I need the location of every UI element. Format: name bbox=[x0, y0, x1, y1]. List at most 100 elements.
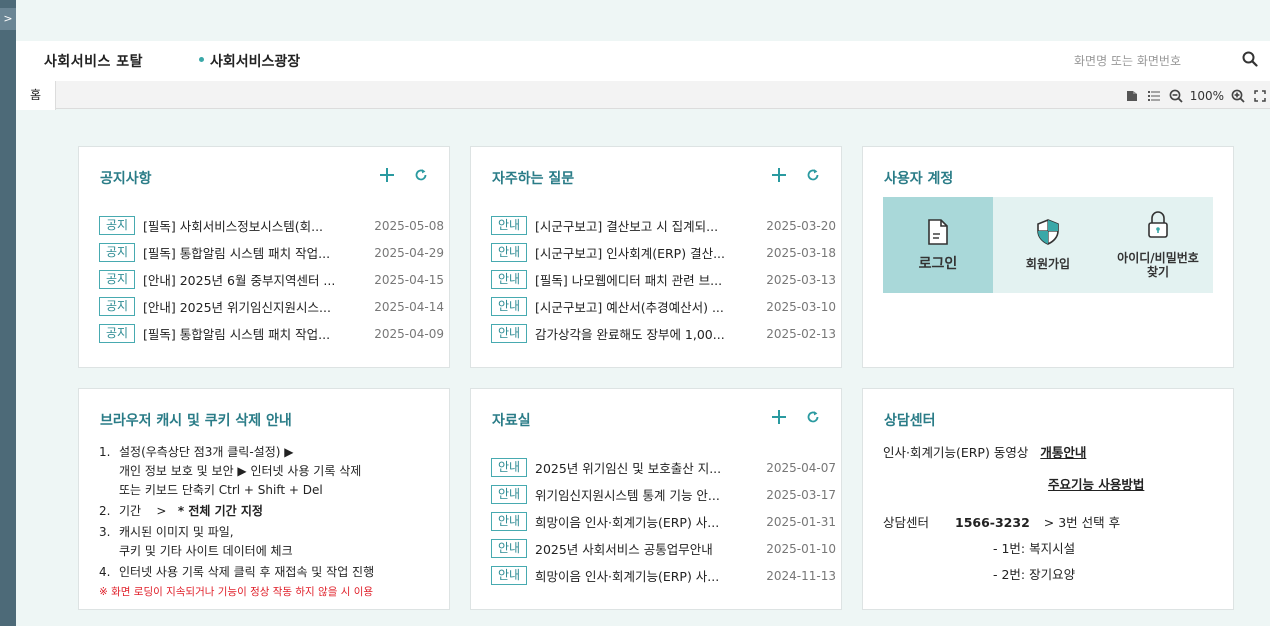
step-1: 1. 설정(우측상단 점3개 클릭-설정) ▶ 개인 정보 보호 및 보안 ▶ … bbox=[99, 443, 449, 500]
plus-icon[interactable] bbox=[769, 407, 789, 427]
faq-list: 안내 [시군구보고] 결산보고 시 집계되... 2025-03-20 안내 [시군구… bbox=[491, 212, 836, 347]
item-date: 2025-04-15 bbox=[374, 272, 444, 287]
consult-card: 상담센터 인사·회계기능(ERP) 동영상 개통안내 주요기능 사용방법 상담센… bbox=[862, 388, 1234, 610]
shield-icon bbox=[1036, 219, 1060, 249]
usage-guide-link[interactable]: 주요기능 사용방법 bbox=[1048, 477, 1144, 492]
bookmark-icon[interactable] bbox=[1124, 88, 1140, 104]
list-item[interactable]: 안내 [시군구보고] 결산보고 시 집계되... 2025-03-20 bbox=[491, 212, 836, 239]
item-date: 2025-04-14 bbox=[374, 299, 444, 314]
signup-button[interactable]: 회원가입 bbox=[993, 197, 1103, 293]
item-title: 희망이음 인사·회계기능(ERP) 사... bbox=[535, 515, 720, 530]
step-3: 3. 캐시된 이미지 및 파일, 쿠키 및 기타 사이트 데이터에 체크 bbox=[99, 523, 449, 561]
item-title: 2025년 위기임신 및 보호출산 지... bbox=[535, 461, 722, 476]
item-date: 2025-03-18 bbox=[766, 245, 836, 260]
item-date: 2025-01-10 bbox=[766, 541, 836, 556]
zoom-out-icon[interactable] bbox=[1168, 88, 1184, 104]
portal-title[interactable]: 사회서비스 포탈 bbox=[44, 51, 143, 71]
open-guide-link[interactable]: 개통안내 bbox=[1040, 445, 1086, 460]
login-label: 로그인 bbox=[918, 256, 958, 272]
list-item[interactable]: 공지 [필독] 통합알림 시스템 패치 작업... 2025-04-29 bbox=[99, 239, 444, 266]
item-date: 2025-04-29 bbox=[374, 245, 444, 260]
list-item[interactable]: 안내 2025년 위기임신 및 보호출산 지... 2025-04-07 bbox=[491, 454, 836, 481]
chevron-right-icon: > bbox=[3, 12, 13, 25]
list-item[interactable]: 공지 [필독] 사회서비스정보시스템(회... 2025-05-08 bbox=[99, 212, 444, 239]
item-title: [안내] 2025년 6월 중부지역센터 ... bbox=[143, 273, 336, 288]
list-item[interactable]: 안내 [시군구보고] 인사회계(ERP) 결산... 2025-03-18 bbox=[491, 239, 836, 266]
center-label: 상담센터 bbox=[883, 515, 930, 530]
list-item[interactable]: 공지 [안내] 2025년 6월 중부지역센터 ... 2025-04-15 bbox=[99, 266, 444, 293]
step-2: 2. 기간 > * 전체 기간 지정 bbox=[99, 504, 263, 518]
item-date: 2025-03-20 bbox=[766, 218, 836, 233]
item-title: 희망이음 인사·회계기능(ERP) 사... bbox=[535, 569, 720, 584]
plus-icon[interactable] bbox=[377, 165, 397, 185]
zoom-in-icon[interactable] bbox=[1230, 88, 1246, 104]
badge: 안내 bbox=[491, 216, 527, 235]
item-date: 2025-03-10 bbox=[766, 299, 836, 314]
badge: 안내 bbox=[491, 458, 527, 477]
list-item[interactable]: 안내 위기임신지원시스템 통계 기능 안... 2025-03-17 bbox=[491, 481, 836, 508]
search-icon[interactable] bbox=[1242, 51, 1262, 71]
plus-icon[interactable] bbox=[769, 165, 789, 185]
item-title: [시군구보고] 인사회계(ERP) 결산... bbox=[535, 246, 725, 261]
zoom-level: 100% bbox=[1189, 89, 1224, 103]
badge: 공지 bbox=[99, 243, 135, 262]
item-title: [안내] 2025년 위기임신지원시스... bbox=[143, 300, 331, 315]
badge: 안내 bbox=[491, 566, 527, 585]
left-sidebar: > bbox=[0, 0, 16, 626]
tab-home[interactable]: 홈 bbox=[16, 81, 56, 110]
badge: 공지 bbox=[99, 324, 135, 343]
item-title: [시군구보고] 결산보고 시 집계되... bbox=[535, 219, 719, 234]
sidebar-toggle-button[interactable]: > bbox=[0, 8, 16, 30]
list-item[interactable]: 안내 감가상각을 완료해도 장부에 1,00... 2025-02-13 bbox=[491, 320, 836, 347]
view-tools: 100% bbox=[1124, 87, 1268, 105]
notices-title: 공지사항 bbox=[100, 171, 152, 187]
list-item[interactable]: 안내 [필독] 나모웹에디터 패치 관련 브... 2025-03-13 bbox=[491, 266, 836, 293]
top-header: 사회서비스 포탈 사회서비스광장 bbox=[16, 41, 1270, 81]
badge: 안내 bbox=[491, 539, 527, 558]
option-2: - 2번: 장기요양 bbox=[993, 567, 1076, 582]
item-title: [필독] 통합알림 시스템 패치 작업... bbox=[143, 246, 331, 261]
refresh-icon[interactable] bbox=[803, 407, 823, 427]
fullscreen-icon[interactable] bbox=[1252, 88, 1268, 104]
option-1: - 1번: 복지시설 bbox=[993, 541, 1076, 556]
signup-label: 회원가입 bbox=[1025, 257, 1071, 271]
document-icon bbox=[927, 219, 949, 249]
login-button[interactable]: 로그인 bbox=[883, 197, 993, 293]
item-date: 2024-11-13 bbox=[766, 568, 836, 583]
select-guide: > 3번 선택 후 bbox=[1043, 515, 1121, 530]
notices-card: 공지사항 공지 [필독] 사회서비스정보시스템(회... 2025-05-08 공지… bbox=[78, 146, 450, 368]
badge: 안내 bbox=[491, 243, 527, 262]
find-account-button[interactable]: 아이디/비밀번호 찾기 bbox=[1103, 197, 1213, 293]
list-item[interactable]: 안내 희망이음 인사·회계기능(ERP) 사... 2024-11-13 bbox=[491, 562, 836, 589]
item-date: 2025-03-17 bbox=[766, 487, 836, 502]
step-text: 또는 키보드 단축키 Ctrl + Shift + Del bbox=[119, 483, 323, 497]
refresh-icon[interactable] bbox=[411, 165, 431, 185]
faq-title: 자주하는 질문 bbox=[492, 171, 575, 187]
account-card: 사용자 계정 로그인 회원가입 아이디/비밀번호 찾기 bbox=[862, 146, 1234, 368]
account-tiles: 로그인 회원가입 아이디/비밀번호 찾기 bbox=[883, 197, 1213, 293]
warning-note: ※ 화면 로딩이 지속되거나 기능이 정상 작동 하지 않을 시 이용 bbox=[99, 586, 374, 598]
screen-search-input[interactable] bbox=[1074, 51, 1224, 71]
item-title: 감가상각을 완료해도 장부에 1,00... bbox=[535, 327, 725, 342]
list-item[interactable]: 공지 [안내] 2025년 위기임신지원시스... 2025-04-14 bbox=[99, 293, 444, 320]
item-title: [시군구보고] 예산서(추경예산서) ... bbox=[535, 300, 724, 315]
list-item[interactable]: 안내 [시군구보고] 예산서(추경예산서) ... 2025-03-10 bbox=[491, 293, 836, 320]
item-title: [필독] 나모웹에디터 패치 관련 브... bbox=[535, 273, 723, 288]
refresh-icon[interactable] bbox=[803, 165, 823, 185]
step-4: 4. 인터넷 사용 기록 삭제 클릭 후 재접속 및 작업 진행 bbox=[99, 563, 449, 582]
list-item[interactable]: 안내 2025년 사회서비스 공통업무안내 2025-01-10 bbox=[491, 535, 836, 562]
item-title: 위기임신지원시스템 통계 기능 안... bbox=[535, 488, 720, 503]
item-date: 2025-02-13 bbox=[766, 326, 836, 341]
item-date: 2025-03-13 bbox=[766, 272, 836, 287]
step-text: 인터넷 사용 기록 삭제 클릭 후 재접속 및 작업 진행 bbox=[119, 565, 375, 579]
menu-social-plaza[interactable]: 사회서비스광장 bbox=[199, 51, 300, 71]
item-date: 2025-01-31 bbox=[766, 514, 836, 529]
badge: 안내 bbox=[491, 485, 527, 504]
list-item[interactable]: 안내 희망이음 인사·회계기능(ERP) 사... 2025-01-31 bbox=[491, 508, 836, 535]
list-icon[interactable] bbox=[1146, 88, 1162, 104]
item-title: [필독] 사회서비스정보시스템(회... bbox=[143, 219, 324, 234]
notices-list: 공지 [필독] 사회서비스정보시스템(회... 2025-05-08 공지 [필독] … bbox=[99, 212, 444, 347]
step-text: 설정(우측상단 점3개 클릭-설정) ▶ bbox=[119, 445, 294, 459]
badge: 공지 bbox=[99, 216, 135, 235]
list-item[interactable]: 공지 [필독] 통합알림 시스템 패치 작업... 2025-04-09 bbox=[99, 320, 444, 347]
